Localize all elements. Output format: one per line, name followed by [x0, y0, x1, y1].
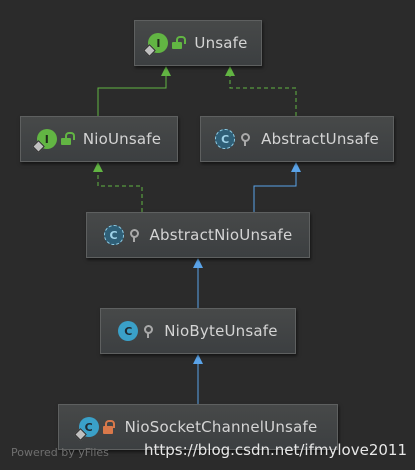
arrowhead: [193, 354, 203, 364]
node-label: Unsafe: [194, 34, 248, 52]
powered-by-text: Powered by yFiles: [11, 446, 109, 459]
public-access-icon: [60, 132, 75, 146]
watermark-url: https://blog.csdn.net/ifmylove2011: [143, 441, 407, 459]
edge-nio-socket-to-nio-byte-unsafe: [193, 354, 203, 404]
class-diagram: I Unsafe I NioUnsafe C AbstractUnsafe C …: [0, 0, 415, 470]
private-access-icon: [102, 420, 115, 434]
protected-access-icon: [239, 132, 251, 146]
interface-icon: I: [31, 129, 57, 153]
node-abstract-nio-unsafe[interactable]: C AbstractNioUnsafe: [86, 212, 310, 258]
node-label: AbstractNioUnsafe: [149, 226, 293, 244]
abstract-class-icon: C: [103, 225, 124, 245]
edge-abstract-unsafe-to-unsafe: [225, 66, 297, 116]
arrowhead: [161, 66, 171, 76]
node-label: NioByteUnsafe: [164, 322, 278, 340]
public-access-icon: [172, 36, 187, 50]
node-nio-unsafe[interactable]: I NioUnsafe: [20, 116, 178, 162]
edge-nio-unsafe-to-unsafe: [97, 66, 171, 116]
arrowhead: [193, 258, 203, 268]
arrowhead: [291, 162, 301, 172]
node-label: AbstractUnsafe: [261, 130, 379, 148]
interface-icon: I: [143, 33, 169, 57]
node-nio-byte-unsafe[interactable]: C NioByteUnsafe: [100, 308, 296, 354]
edge-abstract-nio-unsafe-to-nio-unsafe: [93, 162, 143, 212]
node-label: NioSocketChannelUnsafe: [124, 418, 318, 436]
edge-abstract-nio-unsafe-to-abstract-unsafe: [253, 162, 301, 212]
class-icon: C: [73, 417, 99, 441]
node-label: NioUnsafe: [82, 130, 162, 148]
protected-access-icon: [128, 228, 140, 242]
abstract-class-icon: C: [215, 129, 236, 149]
arrowhead: [225, 66, 235, 76]
arrowhead: [93, 162, 103, 172]
node-unsafe[interactable]: I Unsafe: [134, 20, 262, 66]
class-icon: C: [118, 321, 139, 341]
edge-nio-byte-unsafe-to-abstract-nio-unsafe: [193, 258, 203, 308]
node-abstract-unsafe[interactable]: C AbstractUnsafe: [200, 116, 394, 162]
protected-access-icon: [142, 324, 154, 338]
